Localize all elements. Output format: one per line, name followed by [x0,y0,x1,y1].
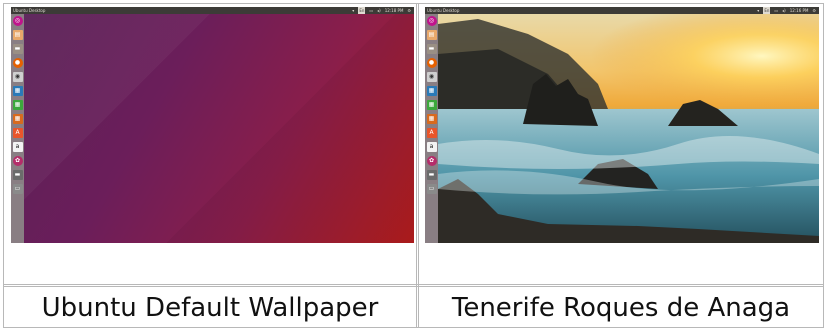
system-tray: ▾ En ▭ ◂) 12:16 PM ⚙ [757,7,816,14]
dash-icon[interactable]: ◎ [426,16,437,26]
tenerife-screenshot: Ubuntu Desktop ▾ En ▭ ◂) 12:16 PM ⚙ ◎ ▤ … [425,7,819,243]
panel-title: Ubuntu Desktop [13,8,46,13]
gear-icon[interactable]: ⚙ [812,7,816,14]
right-caption: Tenerife Roques de Anaga [451,293,791,323]
left-caption: Ubuntu Default Wallpaper [41,293,379,323]
wallpaper [438,14,819,243]
files-icon[interactable]: ▤ [12,30,23,40]
drive-icon[interactable]: ▬ [12,170,23,180]
trash-icon[interactable]: ▭ [12,184,23,194]
settings-icon[interactable]: ✿ [12,156,23,166]
impress-icon[interactable]: ▦ [426,114,437,124]
system-tray: ▾ En ▭ ◂) 12:18 PM ⚙ [352,7,411,14]
launcher: ◎ ▤ ▬ ● ◉ ▦ ▦ ▦ A a ✿ ▬ ▭ [11,14,24,243]
amazon-icon[interactable]: a [12,142,23,152]
keyboard-icon[interactable]: En [358,7,366,14]
drive-icon[interactable]: ▬ [426,170,437,180]
gear-icon[interactable]: ⚙ [407,7,411,14]
firefox-icon[interactable]: ● [426,58,437,68]
writer-icon[interactable]: ▦ [12,86,23,96]
trash-icon[interactable]: ▭ [426,184,437,194]
launcher: ◎ ▤ ▬ ● ◉ ▦ ▦ ▦ A a ✿ ▬ ▭ [425,14,438,243]
calc-icon[interactable]: ▦ [12,100,23,110]
firefox-icon[interactable]: ● [12,58,23,68]
amazon-icon[interactable]: a [426,142,437,152]
column-divider [416,4,419,327]
row-divider [4,284,823,287]
top-panel: Ubuntu Desktop ▾ En ▭ ◂) 12:16 PM ⚙ [425,7,819,14]
settings-icon[interactable]: ✿ [426,156,437,166]
battery-icon[interactable]: ▭ [774,7,778,14]
top-panel: Ubuntu Desktop ▾ En ▭ ◂) 12:18 PM ⚙ [11,7,414,14]
clock[interactable]: 12:18 PM [385,7,404,14]
seascape-illustration [438,14,819,243]
file-manager-icon[interactable]: ▬ [12,44,23,54]
wallpaper [24,14,414,243]
file-manager-icon[interactable]: ▬ [426,44,437,54]
screenshot-icon[interactable]: ◉ [12,72,23,82]
network-icon[interactable]: ▾ [352,7,354,14]
impress-icon[interactable]: ▦ [12,114,23,124]
writer-icon[interactable]: ▦ [426,86,437,96]
volume-icon[interactable]: ◂) [377,7,381,14]
network-icon[interactable]: ▾ [757,7,759,14]
battery-icon[interactable]: ▭ [369,7,373,14]
comparison-table: Ubuntu Desktop ▾ En ▭ ◂) 12:18 PM ⚙ ◎ ▤ … [3,3,824,328]
dash-icon[interactable]: ◎ [12,16,23,26]
screenshot-icon[interactable]: ◉ [426,72,437,82]
software-center-icon[interactable]: A [12,128,23,138]
software-center-icon[interactable]: A [426,128,437,138]
volume-icon[interactable]: ◂) [782,7,786,14]
ubuntu-default-screenshot: Ubuntu Desktop ▾ En ▭ ◂) 12:18 PM ⚙ ◎ ▤ … [11,7,414,243]
files-icon[interactable]: ▤ [426,30,437,40]
keyboard-icon[interactable]: En [763,7,771,14]
clock[interactable]: 12:16 PM [790,7,809,14]
calc-icon[interactable]: ▦ [426,100,437,110]
panel-title: Ubuntu Desktop [427,8,460,13]
